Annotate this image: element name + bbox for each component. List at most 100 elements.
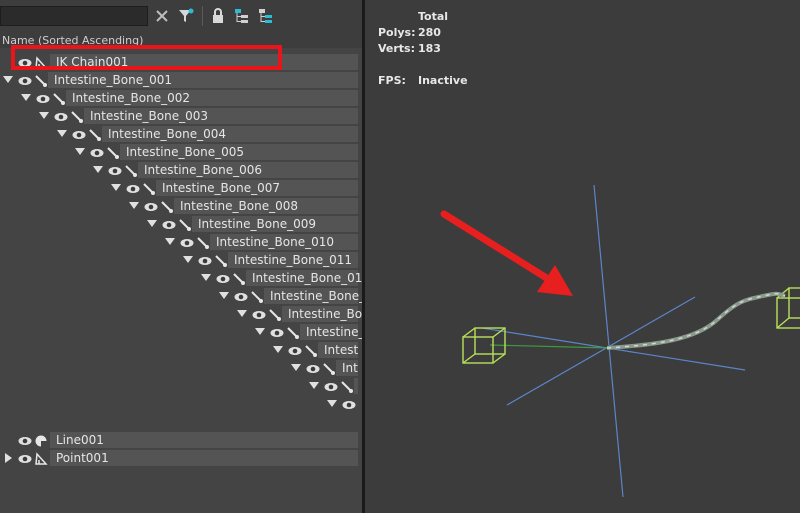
perspective-viewport[interactable]: Total Polys: 280 Verts: 183 FPS: Inactiv…	[365, 0, 800, 513]
visibility-eye-icon[interactable]	[72, 127, 86, 141]
visibility-eye-icon[interactable]	[270, 325, 284, 339]
visibility-eye-icon[interactable]	[216, 271, 230, 285]
tree-row-label: Intestine_Bone_008	[180, 199, 298, 213]
tree-row[interactable]: Intestine_Bone_007	[0, 180, 358, 196]
visibility-eye-icon[interactable]	[162, 217, 176, 231]
point-helper-icon	[34, 451, 48, 465]
expand-arrow-icon[interactable]	[57, 130, 67, 137]
shape-icon	[34, 433, 48, 447]
visibility-eye-icon[interactable]	[18, 451, 32, 465]
collapsed-arrow-icon[interactable]	[5, 453, 12, 463]
tree-row[interactable]: Intestine_Bone_006	[0, 162, 358, 178]
tree-row[interactable]	[0, 378, 358, 394]
bone-chain-joints	[606, 292, 786, 349]
tree-row[interactable]: Intestine_Bone_009	[0, 216, 358, 232]
tree-row[interactable]	[0, 396, 358, 412]
visibility-eye-icon[interactable]	[234, 289, 248, 303]
tree-row-label: Intestine_Bone_007	[162, 181, 280, 195]
expand-arrow-icon[interactable]	[39, 112, 49, 119]
expand-arrow-icon[interactable]	[93, 166, 103, 173]
expand-arrow-icon[interactable]	[219, 292, 229, 299]
expand-arrow-icon[interactable]	[111, 184, 121, 191]
bone-icon	[214, 253, 228, 267]
expand-arrow-icon[interactable]	[147, 220, 157, 227]
hierarchy-icon[interactable]	[232, 6, 252, 26]
annotation-arrow	[440, 210, 573, 296]
bone-icon	[52, 91, 66, 105]
tree-row-label: Point001	[56, 451, 109, 465]
visibility-eye-icon[interactable]	[306, 361, 320, 375]
expand-arrow-icon[interactable]	[201, 274, 211, 281]
search-input[interactable]	[0, 6, 148, 26]
visibility-eye-icon[interactable]	[36, 91, 50, 105]
tree-row-label: Intestine_Bone_	[270, 289, 362, 303]
visibility-eye-icon[interactable]	[54, 109, 68, 123]
tree-row[interactable]: Intestine_	[0, 324, 362, 340]
bone-icon	[340, 379, 354, 393]
bone-icon	[142, 181, 156, 195]
tree-row-label: Intestine_Bone_011	[234, 253, 352, 267]
expand-arrow-icon[interactable]	[165, 238, 175, 245]
bone-icon	[232, 271, 246, 285]
visibility-eye-icon[interactable]	[144, 199, 158, 213]
bone-icon	[34, 73, 48, 87]
tree-row[interactable]: Int	[0, 360, 358, 376]
visibility-eye-icon[interactable]	[288, 343, 302, 357]
bone-icon	[106, 145, 120, 159]
expand-arrow-icon[interactable]	[3, 76, 13, 83]
tree-row[interactable]: Line001	[0, 432, 358, 448]
expand-arrow-icon[interactable]	[327, 400, 337, 407]
tree-row-label: Int	[342, 361, 358, 375]
visibility-eye-icon[interactable]	[252, 307, 266, 321]
visibility-eye-icon[interactable]	[18, 73, 32, 87]
tree-row[interactable]: Intestine_Bone_	[0, 288, 362, 304]
bone-icon	[88, 127, 102, 141]
expand-arrow-icon[interactable]	[255, 328, 265, 335]
tree-row[interactable]: Intestine_Bo	[0, 306, 362, 322]
expand-arrow-icon[interactable]	[237, 310, 247, 317]
layers-icon[interactable]	[256, 6, 276, 26]
filter-icon[interactable]	[176, 6, 196, 26]
visibility-eye-icon[interactable]	[108, 163, 122, 177]
tree-row[interactable]: Intestine_Bone_01	[0, 270, 362, 286]
tree-row[interactable]: Intestine_Bone_005	[0, 144, 358, 160]
expand-arrow-icon[interactable]	[273, 346, 283, 353]
toolbar-separator	[202, 6, 203, 26]
visibility-eye-icon[interactable]	[18, 433, 32, 447]
bone-icon	[178, 217, 192, 231]
tree-row-label: Intest	[324, 343, 359, 357]
tree-row[interactable]: Intest	[0, 342, 358, 358]
tree-row[interactable]: Point001	[0, 450, 358, 466]
clear-search-icon[interactable]	[152, 6, 172, 26]
visibility-eye-icon[interactable]	[198, 253, 212, 267]
expand-arrow-icon[interactable]	[183, 256, 193, 263]
bone-chain[interactable]	[606, 291, 786, 350]
visibility-eye-icon[interactable]	[324, 379, 338, 393]
bone-icon	[322, 361, 336, 375]
tree-row[interactable]: Intestine_Bone_004	[0, 126, 358, 142]
lock-icon[interactable]	[208, 6, 228, 26]
expand-arrow-icon[interactable]	[309, 382, 319, 389]
visibility-eye-icon[interactable]	[342, 397, 356, 411]
visibility-eye-icon[interactable]	[90, 145, 104, 159]
bone-icon	[268, 307, 282, 321]
expand-arrow-icon[interactable]	[21, 94, 31, 101]
expand-arrow-icon[interactable]	[291, 364, 301, 371]
highlight-box	[11, 45, 282, 70]
tree-row-label: Intestine_Bone_010	[216, 235, 334, 249]
expand-arrow-icon[interactable]	[75, 148, 85, 155]
visibility-eye-icon[interactable]	[126, 181, 140, 195]
bone-icon	[160, 199, 174, 213]
tree-row[interactable]: Intestine_Bone_010	[0, 234, 358, 250]
expand-arrow-icon[interactable]	[129, 202, 139, 209]
tree-row[interactable]: Intestine_Bone_003	[0, 108, 358, 124]
bone-icon	[286, 325, 300, 339]
tree-row[interactable]: Intestine_Bone_001	[0, 72, 358, 88]
bone-icon	[196, 235, 210, 249]
axis-line-diagonal	[506, 296, 696, 406]
tree-row[interactable]: Intestine_Bone_002	[0, 90, 358, 106]
visibility-eye-icon[interactable]	[180, 235, 194, 249]
bone-icon	[250, 289, 264, 303]
tree-row[interactable]: Intestine_Bone_008	[0, 198, 358, 214]
tree-row[interactable]: Intestine_Bone_011	[0, 252, 358, 268]
